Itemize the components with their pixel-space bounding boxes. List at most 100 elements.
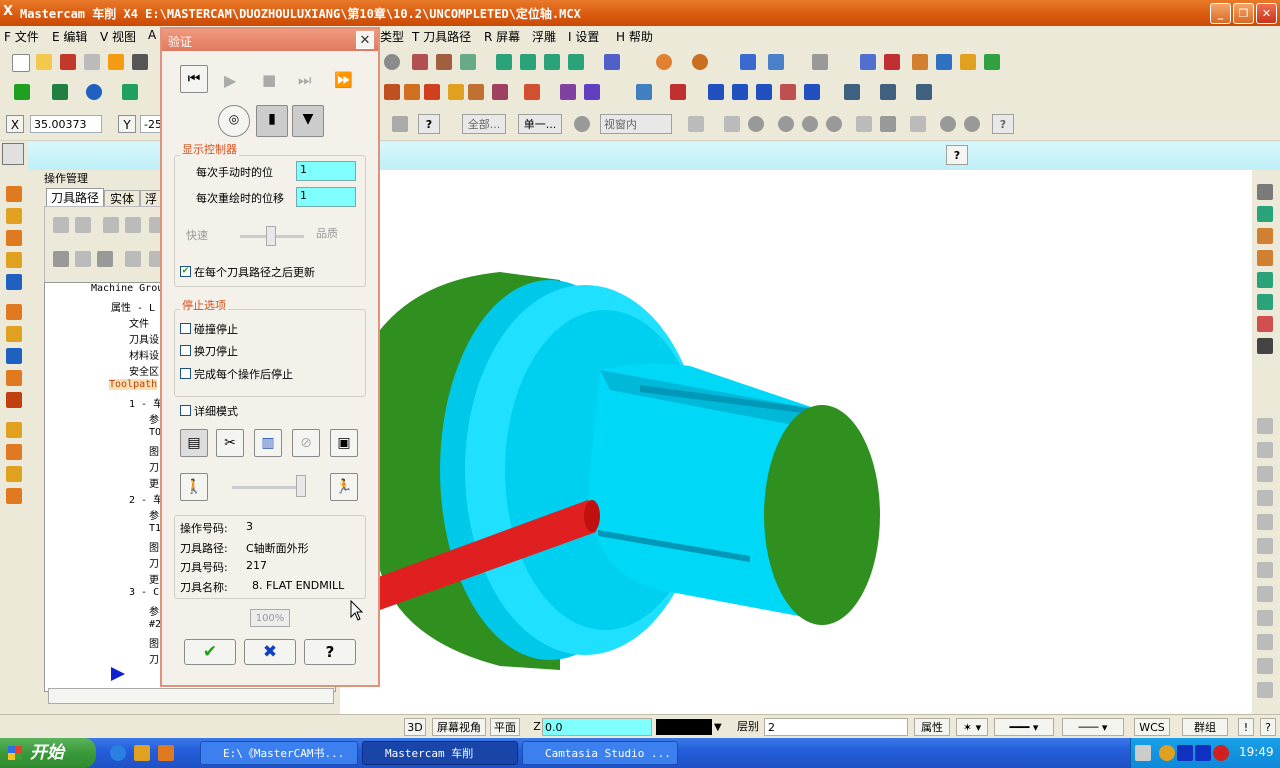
left-tool-icon-12[interactable] bbox=[6, 444, 22, 460]
mirror-icon[interactable] bbox=[524, 84, 540, 100]
menu-toolpath[interactable]: T 刀具路径 bbox=[412, 28, 471, 45]
zoom-icon[interactable] bbox=[384, 54, 400, 70]
left-tool-icon-3[interactable] bbox=[6, 230, 22, 246]
select-all-button[interactable]: 全部... bbox=[462, 114, 506, 134]
tree-op2-toolpath[interactable]: 刀 bbox=[149, 555, 159, 570]
color-dropdown-icon[interactable]: ▼ bbox=[714, 722, 722, 733]
ie-icon[interactable] bbox=[110, 745, 126, 761]
circle-select-icon[interactable] bbox=[964, 116, 980, 132]
pencil-icon[interactable] bbox=[670, 84, 686, 100]
shade-cube-icon[interactable] bbox=[604, 54, 620, 70]
verbose-mode-checkbox[interactable] bbox=[180, 405, 191, 416]
minimize-button[interactable]: _ bbox=[1210, 3, 1231, 24]
stop-collision-checkbox[interactable] bbox=[180, 323, 191, 334]
hex-icon-4[interactable] bbox=[826, 116, 842, 132]
step-button[interactable]: ⏭ bbox=[298, 71, 312, 89]
tree-op3[interactable]: 3 - C bbox=[129, 587, 159, 598]
tree-machine-group[interactable]: Machine Grou bbox=[91, 283, 163, 294]
right-tool-icon-14[interactable] bbox=[1257, 538, 1273, 554]
keyboard-icon[interactable] bbox=[1135, 745, 1151, 761]
tool-display-icon[interactable]: ✂ bbox=[216, 429, 244, 457]
magnify-icon[interactable]: ⊘ bbox=[292, 429, 320, 457]
help-pointer-icon[interactable] bbox=[860, 54, 876, 70]
right-tool-icon-3[interactable] bbox=[1257, 228, 1273, 244]
redo-icon[interactable] bbox=[460, 54, 476, 70]
join-icon[interactable] bbox=[448, 84, 464, 100]
dialog-close-button[interactable]: ✕ bbox=[356, 31, 374, 49]
status-wcs-button[interactable]: WCS bbox=[1134, 718, 1170, 736]
quicklaunch-icon[interactable] bbox=[158, 745, 174, 761]
mesh-icon[interactable] bbox=[916, 84, 932, 100]
per-manual-input[interactable]: 1 bbox=[296, 161, 356, 181]
walk-icon[interactable]: 🚶 bbox=[180, 473, 208, 501]
stock-icon[interactable]: ▮ bbox=[256, 105, 288, 137]
speed-slider-thumb[interactable] bbox=[266, 226, 276, 246]
status-alert-button[interactable]: ! bbox=[1238, 718, 1254, 736]
sim-speed-track[interactable] bbox=[232, 486, 304, 489]
tree-op1-params[interactable]: 参 bbox=[149, 411, 159, 426]
arrow-select-icon[interactable] bbox=[724, 116, 740, 132]
list-icon[interactable] bbox=[732, 84, 748, 100]
right-tool-icon-5[interactable] bbox=[1257, 272, 1273, 288]
open-file-icon[interactable] bbox=[36, 54, 52, 70]
right-tool-icon-10[interactable] bbox=[1257, 442, 1273, 458]
tree-op3-geometry[interactable]: 图 bbox=[149, 635, 159, 650]
tray-icon-3[interactable] bbox=[1195, 745, 1211, 761]
tray-icon-1[interactable] bbox=[1159, 745, 1175, 761]
post-icon[interactable] bbox=[97, 251, 113, 267]
tree-properties[interactable]: 属性 - L bbox=[111, 299, 155, 314]
sphere-icon[interactable] bbox=[692, 54, 708, 70]
lock-icon[interactable] bbox=[53, 251, 69, 267]
export-icon[interactable] bbox=[984, 54, 1000, 70]
menu-settings[interactable]: I 设置 bbox=[568, 28, 599, 45]
chamfer-icon[interactable] bbox=[384, 84, 400, 100]
table-icon[interactable] bbox=[708, 84, 724, 100]
save-stock-icon[interactable]: ▣ bbox=[330, 429, 358, 457]
analyze-icon[interactable] bbox=[740, 54, 756, 70]
print-preview-icon[interactable] bbox=[108, 54, 124, 70]
left-tool-icon-13[interactable] bbox=[6, 466, 22, 482]
eraser-icon[interactable] bbox=[780, 84, 796, 100]
right-tool-icon-20[interactable] bbox=[1257, 682, 1273, 698]
menu-edit[interactable]: E 编辑 bbox=[52, 28, 87, 45]
autocursor-icon[interactable] bbox=[392, 116, 408, 132]
solid-icon[interactable] bbox=[844, 84, 860, 100]
selection-mode-select[interactable]: 视窗内 bbox=[600, 114, 672, 134]
hex-icon-2[interactable] bbox=[778, 116, 794, 132]
chart-icon[interactable]: ▥ bbox=[254, 429, 282, 457]
fast-forward-button[interactable]: ⏩ bbox=[334, 71, 353, 89]
select-help-icon[interactable]: ? bbox=[992, 114, 1014, 134]
right-tool-icon-4[interactable] bbox=[1257, 250, 1273, 266]
right-tool-icon-17[interactable] bbox=[1257, 610, 1273, 626]
tree-op2[interactable]: 2 - 车 bbox=[129, 491, 163, 506]
close-window-button[interactable]: ✕ bbox=[1256, 3, 1277, 24]
tree-op1-update[interactable]: 更 bbox=[149, 475, 159, 490]
chain-icon[interactable] bbox=[880, 116, 896, 132]
target-icon[interactable]: ◎ bbox=[218, 105, 250, 137]
menu-analyze[interactable]: A bbox=[148, 28, 156, 42]
status-z-field[interactable]: 0.0 bbox=[542, 718, 652, 736]
run-fast-icon[interactable]: 🏃 bbox=[330, 473, 358, 501]
select-failed-ops-icon[interactable] bbox=[75, 217, 91, 233]
notes-icon[interactable]: ▤ bbox=[180, 429, 208, 457]
no-select-icon[interactable] bbox=[940, 116, 956, 132]
tree-tool-settings[interactable]: 刀具设 bbox=[129, 331, 159, 346]
tab-toolpaths[interactable]: 刀具路径 bbox=[46, 188, 104, 207]
ribbon-lock-icon[interactable] bbox=[2, 143, 24, 165]
tree-op2-update[interactable]: 更 bbox=[149, 571, 159, 586]
pointer-icon[interactable] bbox=[688, 116, 704, 132]
surface-icon[interactable] bbox=[880, 84, 896, 100]
left-tool-icon-10[interactable] bbox=[6, 392, 22, 408]
left-tool-icon-7[interactable] bbox=[6, 326, 22, 342]
right-tool-icon-9[interactable] bbox=[1257, 418, 1273, 434]
stop-button[interactable]: ■ bbox=[262, 71, 276, 89]
tree-horizontal-scrollbar[interactable] bbox=[48, 688, 334, 704]
tray-icon-4[interactable] bbox=[1213, 745, 1229, 761]
left-tool-icon-4[interactable] bbox=[6, 252, 22, 268]
layers-icon[interactable] bbox=[912, 54, 928, 70]
modify-icon[interactable] bbox=[468, 84, 484, 100]
help-question-icon[interactable]: ? bbox=[418, 114, 440, 134]
rewind-button[interactable]: ⏮ bbox=[180, 65, 208, 93]
left-tool-icon-1[interactable] bbox=[6, 186, 22, 202]
right-tool-icon-18[interactable] bbox=[1257, 634, 1273, 650]
